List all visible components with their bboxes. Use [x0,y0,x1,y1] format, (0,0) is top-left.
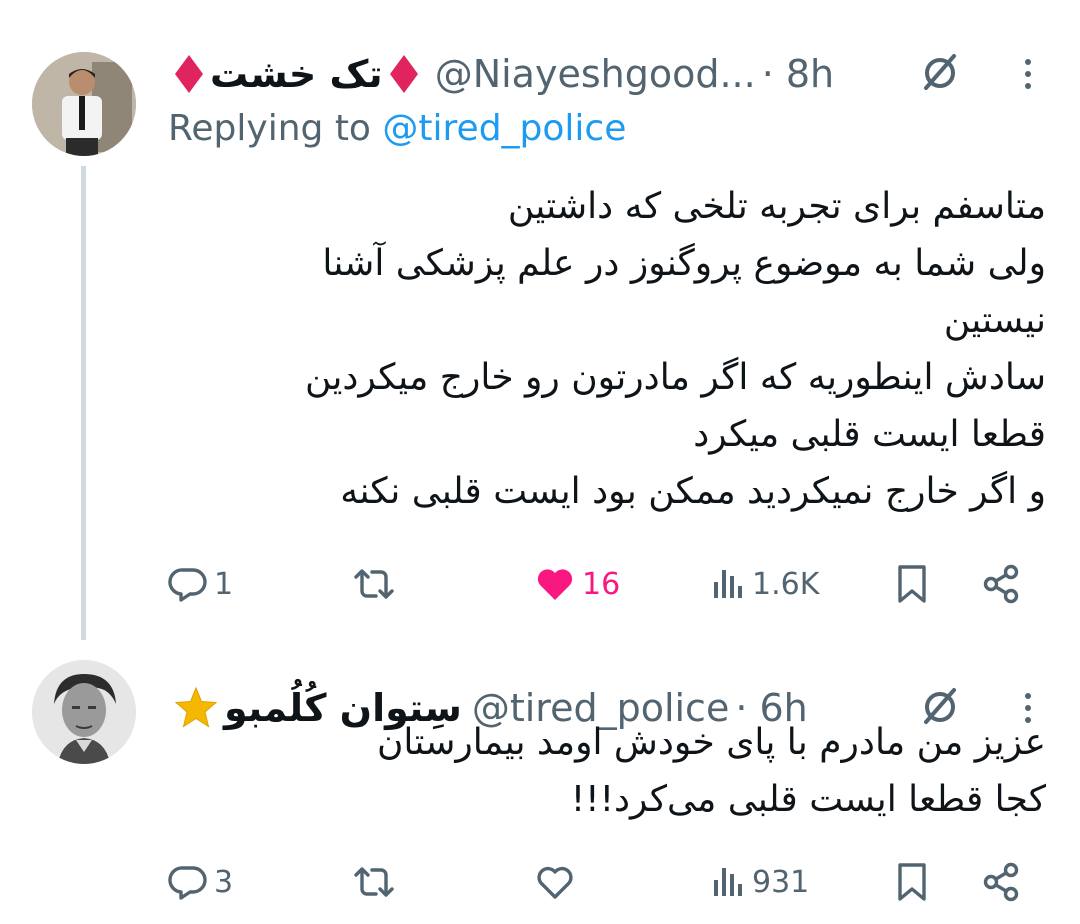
bookmark-button[interactable] [892,554,932,614]
share-icon [983,564,1019,604]
tweet-header: تک خشت @Niayeshgood... · 8h [168,46,1050,102]
tweet-text-line: نیستین [943,300,1046,341]
mention-link[interactable]: @tired_police [382,108,626,149]
tweet-text: عزیز من مادرم با پای خودش اومد بیمارستان… [377,714,1046,828]
views-icon [714,570,742,598]
avatar[interactable] [32,52,136,156]
share-button[interactable] [980,852,1024,912]
reply-button[interactable]: 1 [168,554,233,614]
tweet-text-line: سادش اینطوریه که اگر مادرتون رو خارج میک… [304,357,1046,398]
like-count: 16 [582,566,621,602]
views-button[interactable]: 1.6K [710,554,819,614]
share-button[interactable] [980,554,1024,614]
tweet-text: متاسفم برای تجربه تلخی که داشتین ولی شما… [305,178,1046,520]
red-diamond-icon [174,54,204,94]
star-icon [174,686,218,730]
retweet-icon [354,867,394,897]
grok-icon[interactable] [912,44,968,100]
action-bar: 3 931 [0,852,1080,912]
display-name[interactable]: تک خشت [210,52,383,96]
action-bar: 1 16 1.6K [0,554,1080,614]
reply-count: 1 [214,566,234,602]
retweet-icon [354,569,394,599]
tweet-text-line: عزیز من مادرم با پای خودش اومد بیمارستان [376,722,1046,763]
bookmark-icon [898,863,926,901]
handle[interactable]: @Niayeshgood... [435,52,756,96]
replying-label: Replying to [168,108,371,149]
tweet[interactable]: تک خشت @Niayeshgood... · 8h Replying to … [0,0,1080,640]
retweet-button[interactable] [352,852,402,912]
reply-button[interactable]: 3 [168,852,233,912]
reply-count: 3 [214,864,234,900]
heart-filled-icon [537,569,573,600]
bookmark-icon [898,565,926,603]
red-diamond-icon [389,54,419,94]
avatar[interactable] [32,660,136,764]
more-options-icon[interactable] [1008,46,1048,102]
view-count: 1.6K [752,566,820,602]
like-button[interactable] [534,852,582,912]
tweet-text-line: ولی شما به موضوع پروگنوز در علم پزشکی آش… [322,243,1046,284]
tweet-text-line: قطعا ایست قلبی میکرد [693,414,1046,455]
timestamp[interactable]: · 8h [762,52,834,96]
heart-outline-icon [537,866,573,899]
view-count: 931 [752,864,810,900]
retweet-button[interactable] [352,554,402,614]
reply-icon [168,568,207,602]
views-icon [714,868,742,896]
bookmark-button[interactable] [892,852,932,912]
replying-to: Replying to @tired_police [168,108,626,149]
reply-icon [168,866,207,900]
tweet-text-line: کجا قطعا ایست قلبی می‌کرد!!! [570,779,1046,820]
views-button[interactable]: 931 [710,852,809,912]
tweet[interactable]: سِتوان کُلُمبو @tired_police · 6h عزیز م… [0,640,1080,924]
share-icon [983,862,1019,902]
like-button[interactable]: 16 [534,554,620,614]
tweet-text-line: و اگر خارج نمیکردید ممکن بود ایست قلبی ن… [340,471,1046,512]
tweet-text-line: متاسفم برای تجربه تلخی که داشتین [507,186,1046,227]
